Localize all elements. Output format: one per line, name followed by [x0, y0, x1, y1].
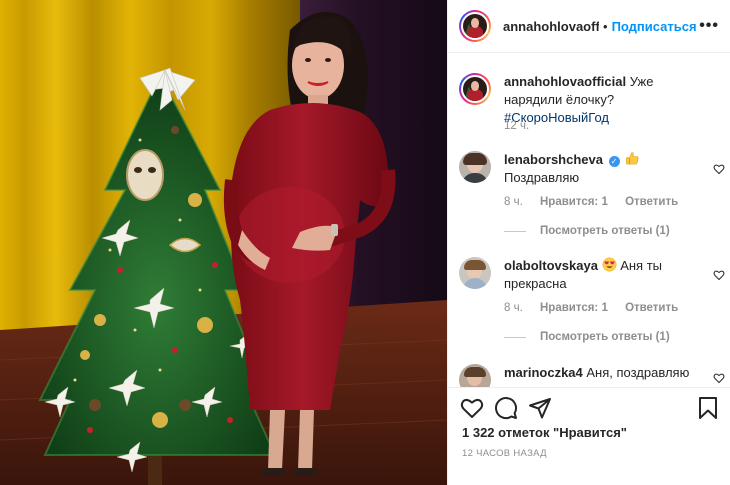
comment-item: marinoczka4 Аня, поздравляю от [459, 364, 725, 387]
comment-body: olaboltovskaya Аня ты прекрасна [504, 257, 704, 293]
post-photo[interactable] [0, 0, 447, 485]
share-icon[interactable] [528, 396, 552, 420]
verified-badge-icon: ✓ [608, 156, 620, 167]
post-image [0, 0, 447, 485]
replies-divider [504, 336, 526, 338]
author-username[interactable]: annahohlovaoffic [503, 19, 599, 34]
author-avatar[interactable] [459, 10, 491, 42]
more-options-icon[interactable]: ••• [699, 17, 719, 35]
post-actions: 1 322 отметок "Нравится" 12 ЧАСОВ НАЗАД [448, 387, 730, 485]
post-timestamp[interactable]: 12 ЧАСОВ НАЗАД [462, 448, 547, 459]
follow-button[interactable]: Подписаться [612, 19, 697, 34]
caption-meta: 12 ч. [504, 120, 543, 132]
comment-meta: 8 ч. Нравится: 1 Ответить [504, 302, 692, 314]
header-separator: • [603, 18, 608, 34]
commenter-username[interactable]: marinoczka4 [504, 365, 583, 380]
comment-like-heart-icon[interactable] [713, 163, 725, 175]
comment-meta: 8 ч. Нравится: 1 Ответить [504, 196, 692, 208]
comments-list[interactable]: annahohlovaofficial Уже нарядили ёлочку?… [448, 54, 730, 387]
caption-time[interactable]: 12 ч. [504, 120, 529, 132]
caption: annahohlovaofficial Уже нарядили ёлочку?… [459, 73, 721, 143]
comment-time[interactable]: 8 ч. [504, 302, 523, 314]
thumbs-up-icon [626, 152, 639, 165]
commenter-avatar[interactable] [459, 364, 491, 387]
reply-button[interactable]: Ответить [625, 196, 678, 208]
post-details-panel: annahohlovaoffic • Подписаться ••• annah… [447, 0, 730, 485]
heart-icon[interactable] [460, 396, 484, 420]
view-replies-button[interactable]: Посмотреть ответы (1) [504, 225, 670, 237]
comment-body: lenaborshcheva ✓ Поздравляю [504, 151, 704, 187]
comment-like-heart-icon[interactable] [713, 269, 725, 281]
comment-like-heart-icon[interactable] [713, 372, 725, 384]
comment-likes-count[interactable]: Нравится: 1 [540, 196, 608, 208]
reply-button[interactable]: Ответить [625, 302, 678, 314]
view-replies-label: Посмотреть ответы (1) [540, 331, 670, 343]
comment-likes-count[interactable]: Нравится: 1 [540, 302, 608, 314]
caption-body: annahohlovaofficial Уже нарядили ёлочку?… [504, 73, 704, 127]
view-replies-button[interactable]: Посмотреть ответы (1) [504, 331, 670, 343]
bookmark-icon[interactable] [696, 396, 720, 420]
comment-text: Поздравляю [504, 170, 580, 185]
comment-item: lenaborshcheva ✓ Поздравляю 8 ч. Нравитс… [459, 151, 725, 251]
commenter-username[interactable]: lenaborshcheva [504, 152, 603, 167]
comment-body: marinoczka4 Аня, поздравляю от [504, 364, 704, 387]
comment-item: olaboltovskaya Аня ты прекрасна 8 ч. Нра… [459, 257, 725, 357]
commenter-avatar[interactable] [459, 257, 491, 289]
caption-author-avatar[interactable] [459, 73, 491, 105]
commenter-avatar[interactable] [459, 151, 491, 183]
replies-divider [504, 230, 526, 232]
heart-eyes-emoji-icon [602, 257, 617, 272]
caption-author[interactable]: annahohlovaofficial [504, 74, 626, 89]
post-header: annahohlovaoffic • Подписаться ••• [448, 0, 730, 53]
comment-time[interactable]: 8 ч. [504, 196, 523, 208]
action-icons [460, 396, 720, 420]
commenter-username[interactable]: olaboltovskaya [504, 258, 598, 273]
comment-icon[interactable] [494, 396, 518, 420]
likes-count[interactable]: 1 322 отметок "Нравится" [462, 425, 627, 440]
view-replies-label: Посмотреть ответы (1) [540, 225, 670, 237]
